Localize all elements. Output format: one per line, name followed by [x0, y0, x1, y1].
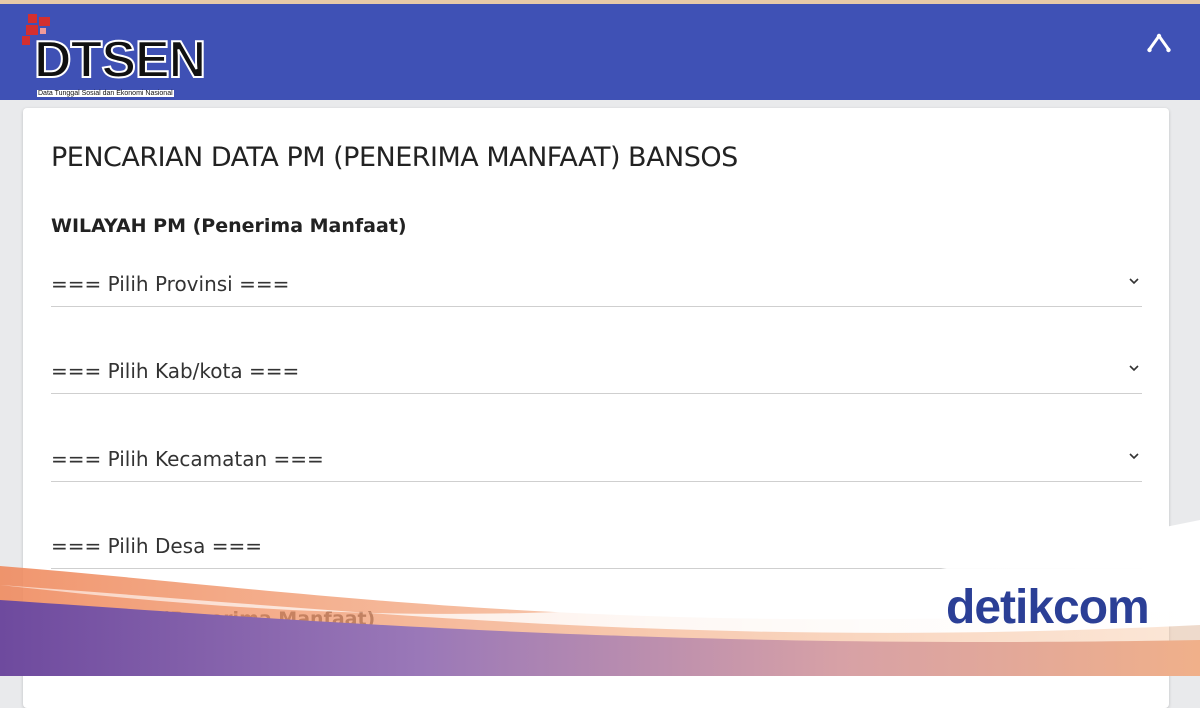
logo-subtitle: Data Tunggal Sosial dan Ekonomi Nasional	[37, 90, 174, 97]
province-select[interactable]: === Pilih Provinsi ===	[51, 262, 1142, 307]
caret-up-icon[interactable]	[1146, 32, 1172, 54]
page-title: PENCARIAN DATA PM (PENERIMA MANFAAT) BAN…	[51, 142, 738, 173]
section-title-wilayah: WILAYAH PM (Penerima Manfaat)	[51, 215, 407, 237]
chevron-down-icon	[1129, 278, 1139, 285]
regency-select[interactable]: === Pilih Kab/kota ===	[51, 349, 1142, 394]
dtsen-logo[interactable]: DTSEN Data Tunggal Sosial dan Ekonomi Na…	[22, 14, 222, 98]
section-title-nama: NAMA PM (Penerima Manfaat)	[51, 608, 376, 630]
chevron-down-icon	[1129, 453, 1139, 460]
select-label: === Pilih Provinsi ===	[51, 272, 290, 296]
select-label: === Pilih Kecamatan ===	[51, 447, 324, 471]
chevron-down-icon	[1129, 365, 1139, 372]
search-card: PENCARIAN DATA PM (PENERIMA MANFAAT) BAN…	[23, 108, 1169, 708]
app-header: DTSEN Data Tunggal Sosial dan Ekonomi Na…	[0, 4, 1200, 100]
village-select[interactable]: === Pilih Desa ===	[51, 524, 1142, 569]
select-label: === Pilih Kab/kota ===	[51, 359, 300, 383]
district-select[interactable]: === Pilih Kecamatan ===	[51, 437, 1142, 482]
select-label: === Pilih Desa ===	[51, 534, 262, 558]
logo-text: DTSEN	[33, 31, 207, 89]
